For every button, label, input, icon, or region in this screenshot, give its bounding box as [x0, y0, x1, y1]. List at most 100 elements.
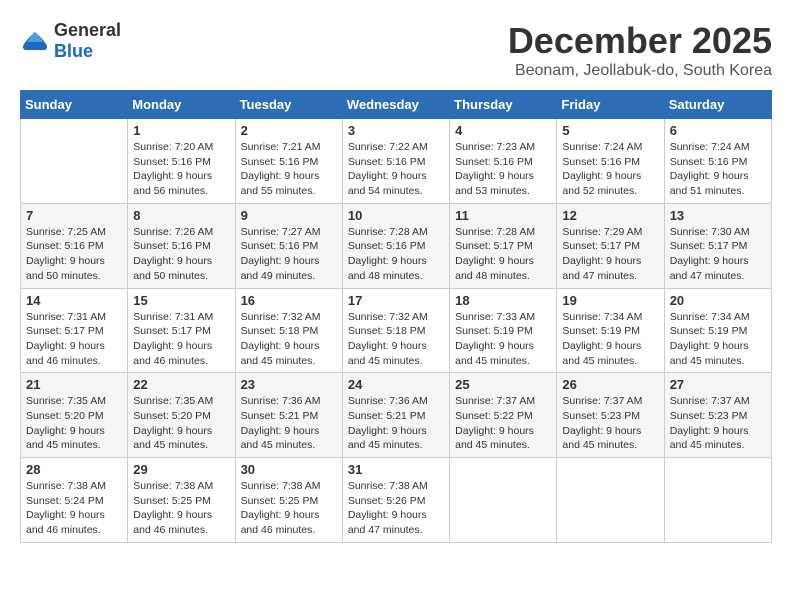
calendar-cell: 19 Sunrise: 7:34 AMSunset: 5:19 PMDayligh…: [557, 288, 664, 373]
day-info: Sunrise: 7:28 AMSunset: 5:16 PMDaylight:…: [348, 225, 444, 284]
calendar-cell: 4 Sunrise: 7:23 AMSunset: 5:16 PMDaylight…: [450, 119, 557, 204]
day-number: 26: [562, 377, 658, 392]
day-number: 24: [348, 377, 444, 392]
day-info: Sunrise: 7:35 AMSunset: 5:20 PMDaylight:…: [133, 394, 229, 453]
logo-blue: Blue: [54, 41, 93, 61]
week-row-3: 14 Sunrise: 7:31 AMSunset: 5:17 PMDayligh…: [21, 288, 772, 373]
calendar-cell: 20 Sunrise: 7:34 AMSunset: 5:19 PMDayligh…: [664, 288, 771, 373]
day-info: Sunrise: 7:24 AMSunset: 5:16 PMDaylight:…: [562, 140, 658, 199]
header-wednesday: Wednesday: [342, 91, 449, 119]
day-info: Sunrise: 7:29 AMSunset: 5:17 PMDaylight:…: [562, 225, 658, 284]
logo-general: General: [54, 20, 121, 40]
calendar-cell: 23Sunrise: 7:36 AMSunset: 5:21 PMDayligh…: [235, 373, 342, 458]
day-number: 16: [241, 293, 337, 308]
week-row-5: 28Sunrise: 7:38 AMSunset: 5:24 PMDayligh…: [21, 458, 772, 543]
day-number: 21: [26, 377, 122, 392]
day-number: 25: [455, 377, 551, 392]
day-number: 29: [133, 462, 229, 477]
calendar-cell: 17 Sunrise: 7:32 AMSunset: 5:18 PMDayligh…: [342, 288, 449, 373]
calendar-cell: 12Sunrise: 7:29 AMSunset: 5:17 PMDayligh…: [557, 203, 664, 288]
calendar-cell: 1Sunrise: 7:20 AMSunset: 5:16 PMDaylight…: [128, 119, 235, 204]
day-number: 20: [670, 293, 766, 308]
day-number: 1: [133, 123, 229, 138]
day-number: 9: [241, 208, 337, 223]
day-info: Sunrise: 7:32 AMSunset: 5:18 PMDaylight:…: [241, 310, 337, 369]
calendar-cell: 16 Sunrise: 7:32 AMSunset: 5:18 PMDayligh…: [235, 288, 342, 373]
logo-icon: [20, 30, 50, 52]
day-info: Sunrise: 7:37 AMSunset: 5:22 PMDaylight:…: [455, 394, 551, 453]
day-number: 8: [133, 208, 229, 223]
calendar-cell: 5 Sunrise: 7:24 AMSunset: 5:16 PMDaylight…: [557, 119, 664, 204]
calendar-cell: 29 Sunrise: 7:38 AMSunset: 5:25 PMDayligh…: [128, 458, 235, 543]
day-number: 15: [133, 293, 229, 308]
calendar-cell: [557, 458, 664, 543]
day-info: Sunrise: 7:31 AMSunset: 5:17 PMDaylight:…: [133, 310, 229, 369]
header-saturday: Saturday: [664, 91, 771, 119]
calendar-cell: [450, 458, 557, 543]
day-info: Sunrise: 7:30 AMSunset: 5:17 PMDaylight:…: [670, 225, 766, 284]
day-info: Sunrise: 7:35 AMSunset: 5:20 PMDaylight:…: [26, 394, 122, 453]
calendar-cell: 2 Sunrise: 7:21 AMSunset: 5:16 PMDaylight…: [235, 119, 342, 204]
calendar-cell: 8 Sunrise: 7:26 AMSunset: 5:16 PMDaylight…: [128, 203, 235, 288]
day-info: Sunrise: 7:23 AMSunset: 5:16 PMDaylight:…: [455, 140, 551, 199]
title-area: December 2025 Beonam, Jeollabuk-do, Sout…: [508, 20, 772, 80]
day-info: Sunrise: 7:38 AMSunset: 5:25 PMDaylight:…: [241, 479, 337, 538]
calendar-cell: [21, 119, 128, 204]
calendar-cell: 13 Sunrise: 7:30 AMSunset: 5:17 PMDayligh…: [664, 203, 771, 288]
page-header: General Blue December 2025 Beonam, Jeoll…: [20, 20, 772, 80]
day-number: 30: [241, 462, 337, 477]
calendar-cell: 21 Sunrise: 7:35 AMSunset: 5:20 PMDayligh…: [21, 373, 128, 458]
day-number: 7: [26, 208, 122, 223]
calendar-cell: 10 Sunrise: 7:28 AMSunset: 5:16 PMDayligh…: [342, 203, 449, 288]
day-number: 17: [348, 293, 444, 308]
day-info: Sunrise: 7:37 AMSunset: 5:23 PMDaylight:…: [670, 394, 766, 453]
day-info: Sunrise: 7:34 AMSunset: 5:19 PMDaylight:…: [562, 310, 658, 369]
day-number: 11: [455, 208, 551, 223]
calendar-cell: [664, 458, 771, 543]
calendar-cell: 15 Sunrise: 7:31 AMSunset: 5:17 PMDayligh…: [128, 288, 235, 373]
location-title: Beonam, Jeollabuk-do, South Korea: [508, 62, 772, 80]
day-number: 22: [133, 377, 229, 392]
calendar-cell: 11 Sunrise: 7:28 AMSunset: 5:17 PMDayligh…: [450, 203, 557, 288]
calendar-cell: 26Sunrise: 7:37 AMSunset: 5:23 PMDayligh…: [557, 373, 664, 458]
header-sunday: Sunday: [21, 91, 128, 119]
day-info: Sunrise: 7:27 AMSunset: 5:16 PMDaylight:…: [241, 225, 337, 284]
day-number: 27: [670, 377, 766, 392]
logo: General Blue: [20, 20, 121, 62]
day-info: Sunrise: 7:32 AMSunset: 5:18 PMDaylight:…: [348, 310, 444, 369]
day-info: Sunrise: 7:36 AMSunset: 5:21 PMDaylight:…: [348, 394, 444, 453]
month-title: December 2025: [508, 20, 772, 62]
day-info: Sunrise: 7:21 AMSunset: 5:16 PMDaylight:…: [241, 140, 337, 199]
day-number: 2: [241, 123, 337, 138]
day-number: 3: [348, 123, 444, 138]
day-info: Sunrise: 7:25 AMSunset: 5:16 PMDaylight:…: [26, 225, 122, 284]
header-friday: Friday: [557, 91, 664, 119]
calendar-cell: 7 Sunrise: 7:25 AMSunset: 5:16 PMDaylight…: [21, 203, 128, 288]
calendar-cell: 24 Sunrise: 7:36 AMSunset: 5:21 PMDayligh…: [342, 373, 449, 458]
day-number: 23: [241, 377, 337, 392]
day-info: Sunrise: 7:22 AMSunset: 5:16 PMDaylight:…: [348, 140, 444, 199]
day-number: 10: [348, 208, 444, 223]
calendar-cell: 28Sunrise: 7:38 AMSunset: 5:24 PMDayligh…: [21, 458, 128, 543]
calendar-cell: 31Sunrise: 7:38 AMSunset: 5:26 PMDayligh…: [342, 458, 449, 543]
day-info: Sunrise: 7:33 AMSunset: 5:19 PMDaylight:…: [455, 310, 551, 369]
day-info: Sunrise: 7:34 AMSunset: 5:19 PMDaylight:…: [670, 310, 766, 369]
day-number: 19: [562, 293, 658, 308]
day-number: 5: [562, 123, 658, 138]
calendar-table: SundayMondayTuesdayWednesdayThursdayFrid…: [20, 90, 772, 543]
week-row-4: 21 Sunrise: 7:35 AMSunset: 5:20 PMDayligh…: [21, 373, 772, 458]
day-info: Sunrise: 7:26 AMSunset: 5:16 PMDaylight:…: [133, 225, 229, 284]
day-number: 14: [26, 293, 122, 308]
calendar-cell: 30 Sunrise: 7:38 AMSunset: 5:25 PMDayligh…: [235, 458, 342, 543]
day-number: 4: [455, 123, 551, 138]
header-monday: Monday: [128, 91, 235, 119]
day-number: 13: [670, 208, 766, 223]
day-number: 28: [26, 462, 122, 477]
day-number: 31: [348, 462, 444, 477]
day-info: Sunrise: 7:28 AMSunset: 5:17 PMDaylight:…: [455, 225, 551, 284]
day-info: Sunrise: 7:31 AMSunset: 5:17 PMDaylight:…: [26, 310, 122, 369]
day-info: Sunrise: 7:38 AMSunset: 5:25 PMDaylight:…: [133, 479, 229, 538]
header-tuesday: Tuesday: [235, 91, 342, 119]
calendar-cell: 14 Sunrise: 7:31 AMSunset: 5:17 PMDayligh…: [21, 288, 128, 373]
logo-text: General Blue: [54, 20, 121, 62]
